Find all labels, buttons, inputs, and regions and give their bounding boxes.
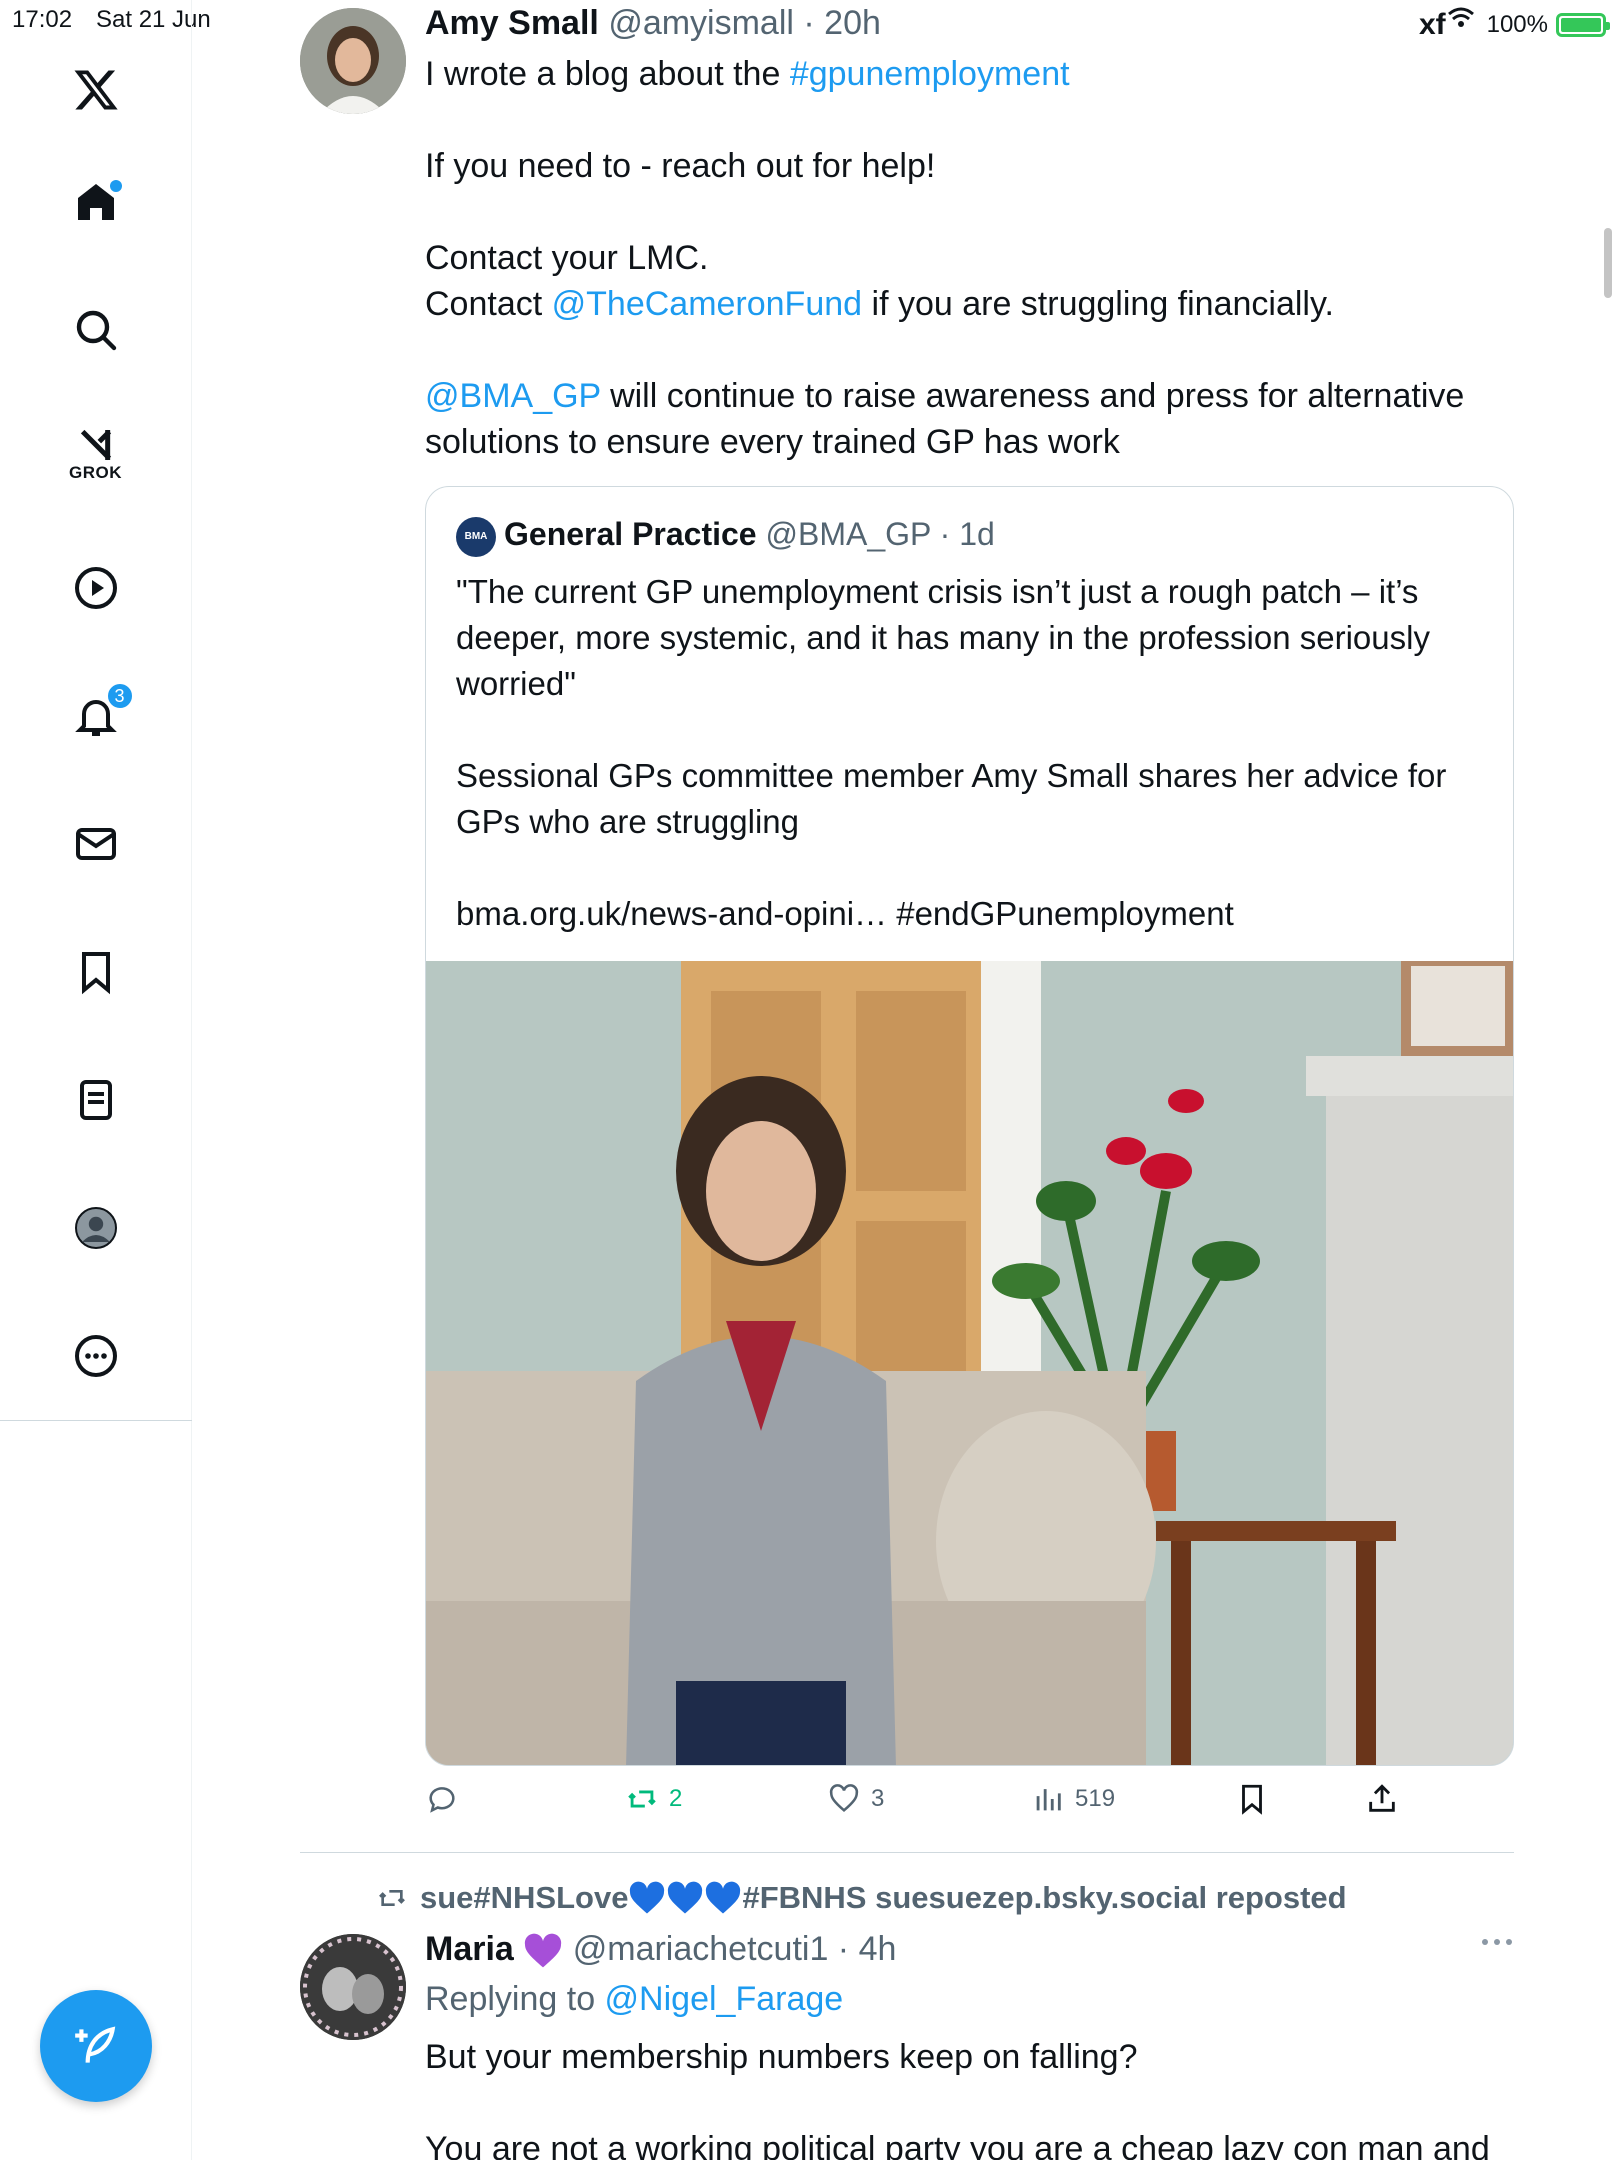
bookmark-button[interactable] [1235, 1782, 1269, 1816]
quote-author-name[interactable]: General Practice [504, 516, 757, 552]
tweet-timestamp[interactable]: 4h [859, 1930, 897, 1968]
compose-button[interactable] [40, 1990, 152, 2102]
quote-line-4: Sessional GPs committee member Amy Small… [456, 757, 1447, 794]
search-icon[interactable] [60, 294, 132, 366]
author-handle[interactable]: @amyismall [608, 4, 794, 42]
tweet-header: Amy Small @amyismall · 20h [425, 0, 881, 46]
quote-line-5: GPs who are struggling [456, 803, 800, 840]
author-name[interactable]: Maria [425, 1930, 514, 1968]
quote-header: BMA General Practice @BMA_GP · 1d [456, 511, 995, 557]
quote-line-1: "The current GP unemployment crisis isn’… [456, 573, 1419, 610]
tweet-timestamp[interactable]: 20h [824, 4, 881, 42]
quote-author-handle[interactable]: @BMA_GP [765, 516, 930, 552]
next-tweet-line-1: But your membership numbers keep on fall… [425, 2038, 1138, 2076]
author-handle[interactable]: @mariachetcuti1 [573, 1930, 829, 1968]
quoted-tweet-card[interactable]: BMA General Practice @BMA_GP · 1d "The cu… [425, 486, 1514, 1766]
like-count: 3 [871, 1785, 885, 1812]
views-icon [1036, 1789, 1061, 1811]
quote-photo[interactable] [426, 961, 1513, 1765]
status-right: xf 100% [1419, 4, 1610, 45]
more-options-icon[interactable] [1480, 1934, 1514, 1952]
blue-heart-icon [706, 1881, 741, 1914]
tweet-line-5: @BMA_GP will continue to raise awareness… [425, 377, 1465, 415]
share-button[interactable] [1365, 1782, 1399, 1816]
tweet-actions: 2 3 519 [425, 1782, 1425, 1826]
battery-percent: 100% [1486, 10, 1548, 38]
views-count: 519 [1075, 1785, 1116, 1812]
repost-count: 2 [669, 1785, 683, 1812]
tweet-line-2: If you need to - reach out for help! [425, 147, 936, 185]
blue-heart-icon [668, 1881, 703, 1914]
sidebar-divider [0, 1420, 192, 1421]
grok-label: GROK [69, 463, 122, 482]
grok-icon[interactable]: GROK [60, 418, 132, 490]
tweet-line-4: Contact @TheCameronFund if you are strug… [425, 285, 1334, 323]
avatar[interactable] [300, 8, 406, 114]
share-icon [1369, 1784, 1395, 1812]
tweet-divider [300, 1852, 1514, 1853]
repost-context[interactable]: sue#NHSLove #FBNHS suesuezep.bsky.social… [376, 1880, 1347, 1916]
purple-heart-icon [525, 1933, 562, 1968]
notifications-badge: 3 [105, 682, 134, 710]
repost-icon [628, 1790, 656, 1808]
quote-body: "The current GP unemployment crisis isn’… [456, 569, 1496, 937]
bookmark-icon [1242, 1784, 1262, 1815]
bookmarks-icon[interactable] [60, 936, 132, 1008]
quote-line-3: worried" [456, 665, 576, 702]
replying-to-link[interactable]: @Nigel_Farage [605, 1980, 844, 2018]
avatar[interactable] [300, 1934, 406, 2040]
lists-icon[interactable] [60, 1064, 132, 1136]
tweet-line-3: Contact your LMC. [425, 239, 709, 277]
blue-heart-icon [630, 1881, 665, 1914]
more-icon[interactable] [60, 1320, 132, 1392]
repost-icon [379, 1890, 405, 1906]
mention-link[interactable]: @BMA_GP [425, 377, 601, 415]
like-button[interactable]: 3 [827, 1782, 884, 1816]
mention-link[interactable]: @TheCameronFund [552, 285, 862, 323]
dot-separator: · [793, 4, 825, 42]
tweet-line-1: I wrote a blog about the #gpunemployment [425, 55, 1070, 93]
quote-line-6[interactable]: bma.org.uk/news-and-opini… #endGPunemplo… [456, 891, 1496, 937]
messages-icon[interactable] [60, 808, 132, 880]
sidebar: GROK 3 [0, 0, 192, 2160]
home-icon[interactable] [60, 166, 132, 238]
repost-button[interactable]: 2 [625, 1782, 682, 1816]
quote-line-2: deeper, more systemic, and it has many i… [456, 619, 1430, 656]
hashtag-link[interactable]: #gpunemployment [790, 55, 1070, 93]
quote-timestamp[interactable]: 1d [959, 516, 995, 552]
scrollbar[interactable] [1604, 228, 1612, 298]
reply-icon [429, 1787, 455, 1813]
repost-by-suffix: #FBNHS suesuezep.bsky.social reposted [742, 1880, 1347, 1915]
home-unread-dot [109, 180, 122, 192]
video-icon[interactable] [60, 552, 132, 624]
tweet-body: I wrote a blog about the #gpunemployment… [425, 51, 1515, 465]
views-button[interactable]: 519 [1031, 1782, 1115, 1816]
x-logo-icon[interactable] [60, 54, 132, 126]
next-tweet-line-2: You are not a working political party yo… [425, 2130, 1490, 2160]
svg-text:xf: xf [1419, 8, 1447, 38]
compose-feather-icon [75, 2026, 116, 2063]
author-name[interactable]: Amy Small [425, 4, 599, 42]
reply-button[interactable] [425, 1782, 459, 1816]
heart-icon [829, 1784, 859, 1813]
tweet-line-6: solutions to ensure every trained GP has… [425, 423, 1120, 461]
next-tweet-header: Maria @mariachetcuti1 · 4h [425, 1930, 897, 1968]
replying-to: Replying to @Nigel_Farage [425, 1980, 844, 2018]
wifi-icon: xf [1419, 4, 1479, 45]
profile-icon[interactable] [60, 1192, 132, 1264]
notifications-icon[interactable]: 3 [60, 680, 134, 752]
bma-logo-icon: BMA [456, 516, 496, 557]
battery-icon [1556, 12, 1610, 37]
repost-by-name: sue#NHSLove [420, 1880, 629, 1915]
